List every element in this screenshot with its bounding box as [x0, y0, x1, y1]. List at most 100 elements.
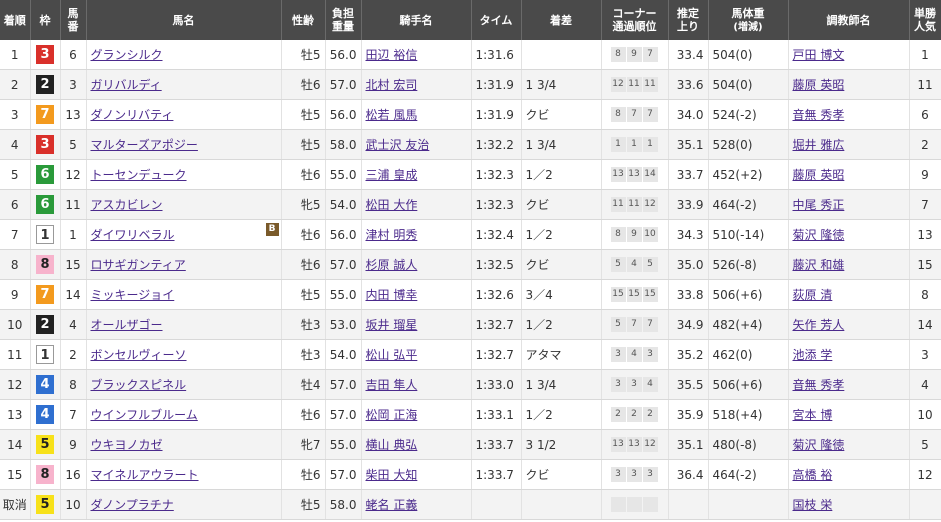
trainer-name-link[interactable]: 矢作 芳人 [793, 318, 845, 332]
sexage-cell: 牡6 [281, 249, 326, 280]
weight-cell: 54.0 [325, 339, 362, 370]
horse-name-link[interactable]: ダノンプラチナ [91, 498, 174, 512]
sex-age: 牝5 [300, 198, 321, 212]
jockey-name-link[interactable]: 杉原 誠人 [366, 258, 418, 272]
jockey-name-link[interactable]: 北村 宏司 [366, 78, 418, 92]
rank: 14 [7, 437, 23, 452]
corner-position: 3 [642, 347, 658, 362]
jockey-name-link[interactable]: 田辺 裕信 [366, 48, 418, 62]
margin-cell: クビ [521, 249, 602, 280]
horse-name-link[interactable]: マイネルアウラート [91, 468, 199, 482]
header-weight-label-1: 負担 [332, 7, 354, 20]
trainer-name-link[interactable]: 宮本 博 [793, 408, 833, 422]
margin: 1 3/4 [525, 377, 557, 392]
trainer-name-link[interactable]: 藤原 英昭 [793, 168, 845, 182]
finish-time: 1:32.4 [475, 227, 514, 242]
trainer-name-link[interactable]: 国枝 栄 [793, 498, 833, 512]
table-row: 15 8 16 マイネルアウラート 牡6 57.0 柴田 大知 1:33.7 クビ 3 3 3 36.4… [0, 459, 941, 490]
trainer-cell: 菊沢 隆徳 [788, 429, 910, 460]
horse-name-link[interactable]: オールザゴー [91, 318, 163, 332]
carried-weight: 57.0 [329, 467, 357, 482]
umaban: 16 [65, 467, 81, 482]
horse-name-link[interactable]: ガリバルディ [91, 78, 162, 92]
jockey-cell: 坂井 瑠星 [361, 309, 472, 340]
weight-cell: 54.0 [325, 189, 362, 220]
rank-cell: 7 [0, 219, 31, 250]
jockey-name-link[interactable]: 吉田 隼人 [366, 378, 418, 392]
margin-cell: 3／4 [521, 279, 602, 310]
jockey-name-link[interactable]: 内田 博幸 [366, 288, 418, 302]
trainer-name-link[interactable]: 荻原 清 [793, 288, 833, 302]
jockey-name-link[interactable]: 武士沢 友治 [366, 138, 430, 152]
body-weight-cell: 482(+4) [708, 309, 789, 340]
horse-name-link[interactable]: ロサギガンティア [91, 258, 186, 272]
umaban: 6 [69, 47, 77, 62]
horse-name-link[interactable]: トーセンデューク [91, 168, 187, 182]
finish-time: 1:32.5 [475, 257, 514, 272]
table-row: 取消 5 10 ダノンプラチナ 牡5 58.0 蛯名 正義 国枝 栄 [0, 489, 941, 520]
horse-name-link[interactable]: アスカビレン [91, 198, 163, 212]
jockey-name-link[interactable]: 横山 典弘 [366, 438, 418, 452]
trainer-name-link[interactable]: 高橋 裕 [793, 468, 833, 482]
weight-cell: 57.0 [325, 399, 362, 430]
trainer-name-link[interactable]: 藤原 英昭 [793, 78, 845, 92]
trainer-name-link[interactable]: 藤沢 和雄 [793, 258, 845, 272]
horse-name-link[interactable]: ダノンリバティ [91, 108, 174, 122]
waku-cell: 1 [30, 339, 61, 370]
umaban: 11 [65, 197, 81, 212]
jockey-name-link[interactable]: 柴田 大知 [366, 468, 418, 482]
jockey-name-link[interactable]: 松田 大作 [366, 198, 418, 212]
jockey-name-link[interactable]: 蛯名 正義 [366, 498, 418, 512]
corner-position: 7 [626, 317, 642, 332]
header-margin: 着差 [521, 0, 602, 40]
body-weight: 528(0) [712, 137, 753, 152]
header-rank-label: 着順 [3, 13, 26, 27]
corner-positions: 8 9 10 [610, 227, 659, 242]
trainer-name-link[interactable]: 菊沢 隆徳 [793, 228, 845, 242]
time-cell: 1:31.9 [471, 99, 522, 130]
sexage-cell: 牡4 [281, 369, 326, 400]
horse-name-link[interactable]: ウキヨノカゼ [91, 438, 163, 452]
corner-position: 3 [626, 467, 642, 482]
horse-name-link[interactable]: ウインフルブルーム [91, 408, 198, 422]
table-row: 7 1 1 ダイワリベラル B 牡6 56.0 津村 明秀 1:32.4 1／2 8 9 10 34.3 5… [0, 219, 941, 250]
trainer-name-link[interactable]: 中尾 秀正 [793, 198, 845, 212]
trainer-name-link[interactable]: 音無 秀孝 [793, 378, 845, 392]
table-row: 4 3 5 マルターズアポジー 牡5 58.0 武士沢 友治 1:32.2 1 3/4 1 1 1 35… [0, 129, 941, 160]
jockey-name-link[interactable]: 松岡 正海 [366, 408, 418, 422]
corner-cell: 8 9 10 [601, 219, 669, 250]
trainer-name-link[interactable]: 池添 学 [793, 348, 833, 362]
horse-name-link[interactable]: グランシルク [91, 48, 163, 62]
margin-cell [521, 40, 602, 70]
margin: クビ [525, 198, 550, 212]
corner-position: 15 [626, 287, 642, 302]
horse-name-link[interactable]: ダイワリベラル [91, 228, 175, 242]
blinker-badge: B [265, 223, 279, 236]
trainer-name-link[interactable]: 音無 秀孝 [793, 108, 845, 122]
horse-name-link[interactable]: ボンセルヴィーソ [91, 348, 187, 362]
popularity-cell [909, 489, 941, 520]
trainer-cell: 宮本 博 [788, 399, 910, 430]
jockey-cell: 松山 弘平 [361, 339, 472, 370]
horse-name-link[interactable]: ミッキージョイ [91, 288, 175, 302]
trainer-name-link[interactable]: 堀井 雅広 [793, 138, 845, 152]
horse-cell: トーセンデューク [86, 159, 282, 190]
corner-cell: 13 13 12 [601, 429, 669, 460]
time-cell: 1:32.4 [471, 219, 522, 250]
jockey-name-link[interactable]: 松若 風馬 [366, 108, 418, 122]
jockey-name-link[interactable]: 松山 弘平 [366, 348, 418, 362]
rank: 4 [10, 137, 19, 152]
trainer-name-link[interactable]: 菊沢 隆徳 [793, 438, 845, 452]
jockey-name-link[interactable]: 坂井 瑠星 [366, 318, 418, 332]
body-weight-cell [708, 489, 789, 520]
time-cell: 1:31.9 [471, 69, 522, 100]
corner-position: 1 [642, 137, 658, 152]
jockey-name-link[interactable]: 津村 明秀 [366, 228, 418, 242]
horse-name-link[interactable]: マルターズアポジー [91, 138, 198, 152]
margin: クビ [525, 108, 550, 122]
horse-name-link[interactable]: ブラックスピネル [91, 378, 187, 392]
trainer-name-link[interactable]: 戸田 博文 [793, 48, 845, 62]
corner-position: 11 [610, 197, 626, 212]
corner-positions: 13 13 14 [610, 167, 659, 182]
jockey-name-link[interactable]: 三浦 皇成 [366, 168, 418, 182]
